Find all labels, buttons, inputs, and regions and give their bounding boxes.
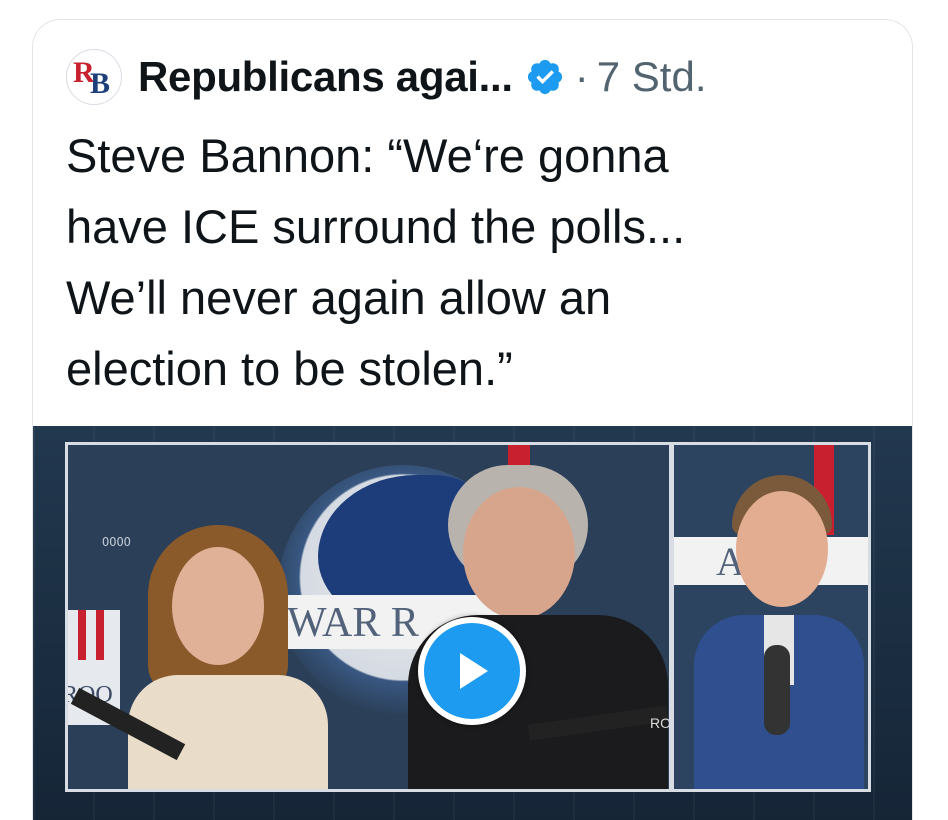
tweet-header: R B Republicans agai... · 7 Std. bbox=[66, 49, 707, 105]
top-edge bbox=[0, 0, 948, 19]
person-right bbox=[694, 475, 864, 789]
avatar-letter-b: B bbox=[90, 67, 111, 100]
tweet-text: Steve Bannon: “We‘re gonna have ICE surr… bbox=[66, 129, 686, 395]
microphone-right bbox=[764, 645, 790, 735]
play-icon bbox=[460, 653, 488, 689]
account-avatar[interactable]: R B bbox=[66, 49, 122, 105]
separator-dot: · bbox=[574, 53, 589, 100]
play-button[interactable] bbox=[418, 617, 526, 725]
background-tag: OOOO bbox=[102, 535, 131, 549]
timestamp[interactable]: 7 Std. bbox=[597, 53, 707, 101]
mic-label: RO bbox=[650, 715, 671, 731]
video-right-panel: AI OO bbox=[671, 442, 871, 792]
account-name[interactable]: Republicans agai... bbox=[138, 53, 513, 101]
tweet-card[interactable]: R B Republicans agai... · 7 Std. Steve B… bbox=[32, 19, 913, 820]
video-main-panel: WAR R OOOO ROO RO bbox=[65, 442, 672, 792]
verified-badge-icon bbox=[527, 59, 562, 95]
person-left bbox=[128, 525, 328, 789]
video-player[interactable]: WAR R OOOO ROO RO bbox=[33, 426, 912, 820]
